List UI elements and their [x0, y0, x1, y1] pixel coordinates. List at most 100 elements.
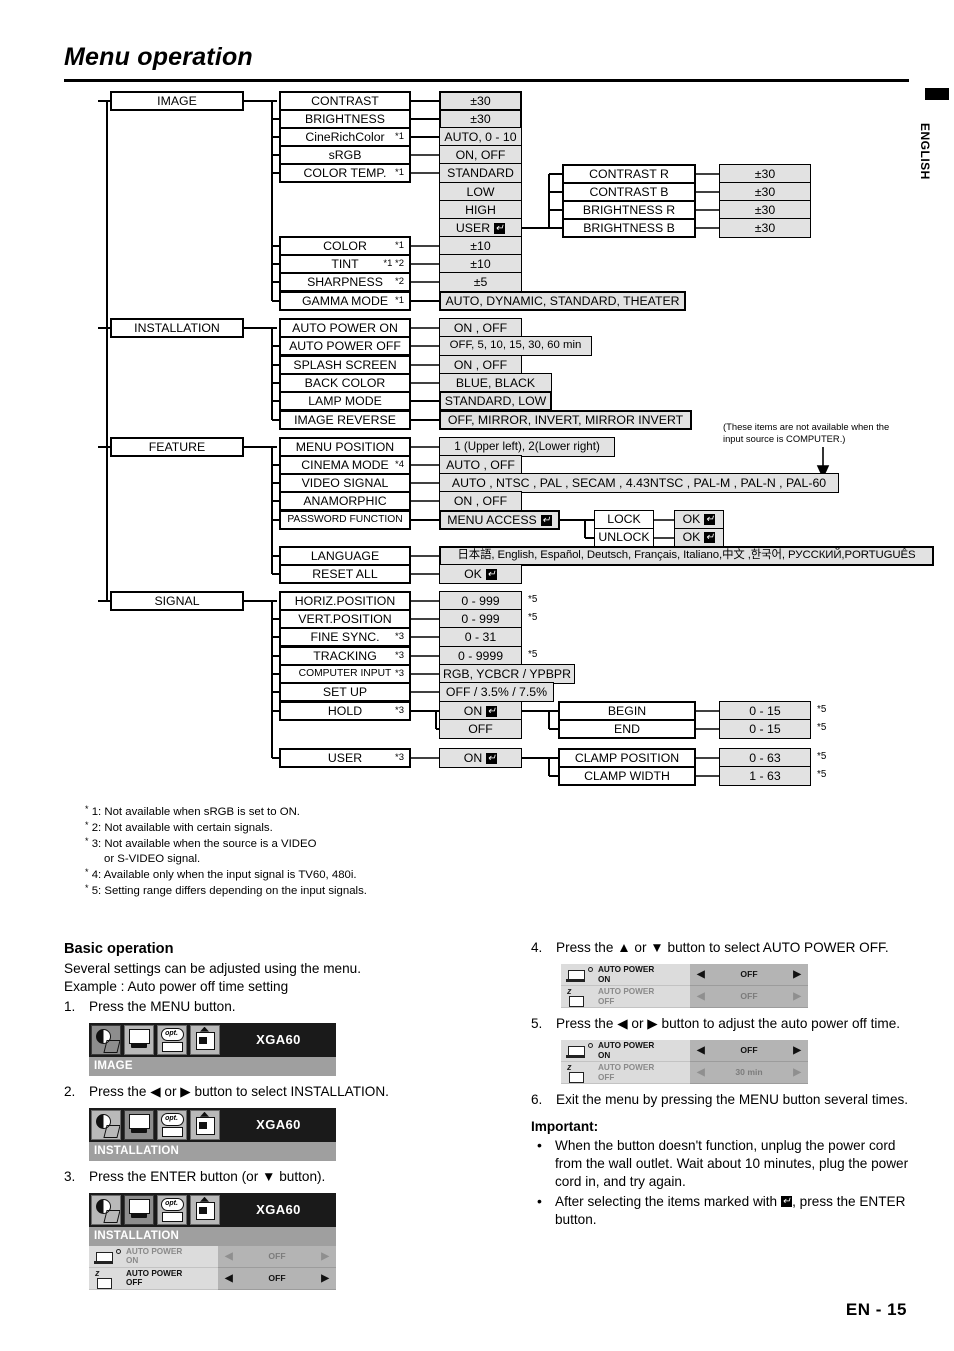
- item-lamp-mode[interactable]: LAMP MODE: [279, 391, 411, 411]
- item-back-color[interactable]: BACK COLOR: [279, 373, 411, 393]
- auto-power-off-value[interactable]: ◀ 30 min ▶: [690, 1062, 808, 1085]
- osd-tab-icons: opt.: [89, 1108, 221, 1142]
- item-begin[interactable]: BEGIN: [558, 701, 696, 721]
- auto-power-on-value[interactable]: ◀ OFF ▶: [690, 1040, 808, 1063]
- image-tab-icon[interactable]: [91, 1194, 121, 1225]
- installation-tab-icon[interactable]: [124, 1109, 154, 1140]
- auto-power-on-value[interactable]: ◀ OFF ▶: [218, 1245, 336, 1268]
- left-arrow-icon[interactable]: ◀: [697, 990, 705, 1003]
- step-5: 5. Press the ◀ or ▶ button to adjust the…: [531, 1015, 921, 1033]
- item-auto-power-on[interactable]: AUTO POWER ON: [279, 318, 411, 338]
- item-color-temp[interactable]: COLOR TEMP. *1: [279, 163, 411, 183]
- feature-tab-icon[interactable]: opt.: [157, 1024, 187, 1055]
- osd-row-auto-power-on[interactable]: AUTO POWER ON ◀ OFF ▶: [561, 964, 808, 987]
- item-contrast[interactable]: CONTRAST: [279, 91, 411, 111]
- value-menu-position: 1 (Upper left), 2(Lower right): [439, 437, 615, 457]
- step-2-text: Press the ◀ or ▶ button to select INSTAL…: [89, 1083, 389, 1099]
- feature-tab-icon[interactable]: opt.: [157, 1194, 187, 1225]
- basic-operation-intro-1: Several settings can be adjusted using t…: [64, 961, 361, 977]
- installation-tab-icon[interactable]: [124, 1024, 154, 1055]
- footnote-ref: *1 *2: [383, 258, 404, 269]
- item-fine-sync[interactable]: FINE SYNC. *3: [279, 627, 411, 647]
- star-ref: *5: [817, 751, 827, 762]
- item-clamp-width[interactable]: CLAMP WIDTH: [558, 766, 696, 786]
- item-reset-all[interactable]: RESET ALL: [279, 564, 411, 584]
- osd-row-auto-power-off[interactable]: z AUTO POWER OFF ◀ OFF ▶: [561, 986, 808, 1009]
- item-video-signal[interactable]: VIDEO SIGNAL: [279, 473, 411, 493]
- item-contrast-b[interactable]: CONTRAST B: [562, 182, 696, 202]
- signal-tab-icon[interactable]: [190, 1024, 220, 1055]
- item-lock[interactable]: LOCK: [594, 510, 654, 529]
- item-end[interactable]: END: [558, 719, 696, 739]
- auto-power-on-icon: [89, 1245, 126, 1268]
- star-ref: *5: [817, 704, 827, 715]
- left-arrow-icon[interactable]: ◀: [225, 1250, 233, 1263]
- item-vert-position[interactable]: VERT.POSITION: [279, 609, 411, 629]
- item-tracking[interactable]: TRACKING *3: [279, 646, 411, 666]
- signal-tab-icon[interactable]: [190, 1194, 220, 1225]
- item-tint[interactable]: TINT *1 *2: [279, 254, 411, 274]
- left-arrow-icon[interactable]: ◀: [697, 1066, 705, 1079]
- item-splash-screen[interactable]: SPLASH SCREEN: [279, 355, 411, 375]
- osd-tab-icons: opt.: [89, 1023, 221, 1057]
- right-arrow-icon[interactable]: ▶: [793, 990, 801, 1003]
- item-color[interactable]: COLOR *1: [279, 236, 411, 256]
- left-arrow-icon[interactable]: ◀: [697, 1044, 705, 1057]
- right-arrow-icon[interactable]: ▶: [793, 968, 801, 981]
- item-gamma-mode[interactable]: GAMMA MODE *1: [279, 291, 411, 311]
- auto-power-off-value[interactable]: ◀ OFF ▶: [690, 986, 808, 1009]
- item-cinema-mode[interactable]: CINEMA MODE *4: [279, 455, 411, 475]
- item-image-reverse[interactable]: IMAGE REVERSE: [279, 410, 411, 430]
- installation-tab-icon[interactable]: [124, 1194, 154, 1225]
- step-1-text: Press the MENU button.: [89, 998, 236, 1014]
- footnote-ref: *3: [395, 650, 404, 661]
- right-arrow-icon[interactable]: ▶: [321, 1250, 329, 1263]
- item-unlock[interactable]: UNLOCK: [594, 528, 654, 547]
- item-brightness-b[interactable]: BRIGHTNESS B: [562, 218, 696, 238]
- item-clamp-position[interactable]: CLAMP POSITION: [558, 748, 696, 768]
- auto-power-on-value[interactable]: ◀ OFF ▶: [690, 964, 808, 987]
- item-auto-power-off[interactable]: AUTO POWER OFF: [279, 336, 411, 356]
- osd-screenshot-installation: opt. XGA60 INSTALLATION: [89, 1107, 336, 1161]
- right-arrow-icon[interactable]: ▶: [793, 1044, 801, 1057]
- auto-power-off-label: AUTO POWER OFF: [126, 1267, 218, 1290]
- item-sharpness[interactable]: SHARPNESS *2: [279, 272, 411, 292]
- osd-row-auto-power-on[interactable]: AUTO POWER ON ◀ OFF ▶: [561, 1040, 808, 1063]
- item-brightness[interactable]: BRIGHTNESS: [279, 109, 411, 129]
- image-tab-icon[interactable]: [91, 1024, 121, 1055]
- item-password-function[interactable]: PASSWORD FUNCTION: [279, 510, 411, 530]
- item-srgb[interactable]: sRGB: [279, 145, 411, 165]
- menu-feature[interactable]: FEATURE: [110, 437, 244, 457]
- feature-tab-icon[interactable]: opt.: [157, 1109, 187, 1140]
- right-arrow-icon[interactable]: ▶: [793, 1066, 801, 1079]
- item-horiz-position[interactable]: HORIZ.POSITION: [279, 591, 411, 611]
- item-cinerichcolor[interactable]: CineRichColor *1: [279, 127, 411, 147]
- enter-icon: [540, 514, 552, 526]
- item-language[interactable]: LANGUAGE: [279, 546, 411, 566]
- image-tab-icon[interactable]: [91, 1109, 121, 1140]
- left-arrow-icon[interactable]: ◀: [697, 968, 705, 981]
- item-contrast-r[interactable]: CONTRAST R: [562, 164, 696, 184]
- item-menu-position[interactable]: MENU POSITION: [279, 437, 411, 457]
- item-anamorphic[interactable]: ANAMORPHIC: [279, 491, 411, 511]
- menu-image[interactable]: IMAGE: [110, 91, 244, 111]
- footnote-ref: *1: [395, 131, 404, 142]
- auto-power-off-value[interactable]: ◀ OFF ▶: [218, 1267, 336, 1290]
- left-arrow-icon[interactable]: ◀: [225, 1272, 233, 1285]
- osd-row-auto-power-off[interactable]: z AUTO POWER OFF ◀ 30 min ▶: [561, 1062, 808, 1085]
- menu-installation[interactable]: INSTALLATION: [110, 318, 244, 338]
- osd-row-auto-power-on[interactable]: AUTO POWER ON ◀ OFF ▶: [89, 1245, 336, 1268]
- item-set-up[interactable]: SET UP: [279, 682, 411, 702]
- item-brightness-r[interactable]: BRIGHTNESS R: [562, 200, 696, 220]
- value-horiz-position: 0 - 999: [439, 591, 522, 611]
- menu-signal[interactable]: SIGNAL: [110, 591, 244, 611]
- item-hold[interactable]: HOLD *3: [279, 701, 411, 721]
- value-lock-ok: OK: [674, 510, 724, 529]
- signal-tab-icon[interactable]: [190, 1109, 220, 1140]
- osd-row-auto-power-off[interactable]: z AUTO POWER OFF ◀ OFF ▶: [89, 1267, 336, 1290]
- item-user[interactable]: USER *3: [279, 748, 411, 768]
- item-computer-input[interactable]: COMPUTER INPUT *3: [279, 664, 411, 684]
- right-arrow-icon[interactable]: ▶: [321, 1272, 329, 1285]
- basic-operation-heading: Basic operation: [64, 941, 174, 957]
- osd-rows-30min: AUTO POWER ON ◀ OFF ▶ z AUTO POWER OFF ◀ 3…: [561, 1040, 808, 1085]
